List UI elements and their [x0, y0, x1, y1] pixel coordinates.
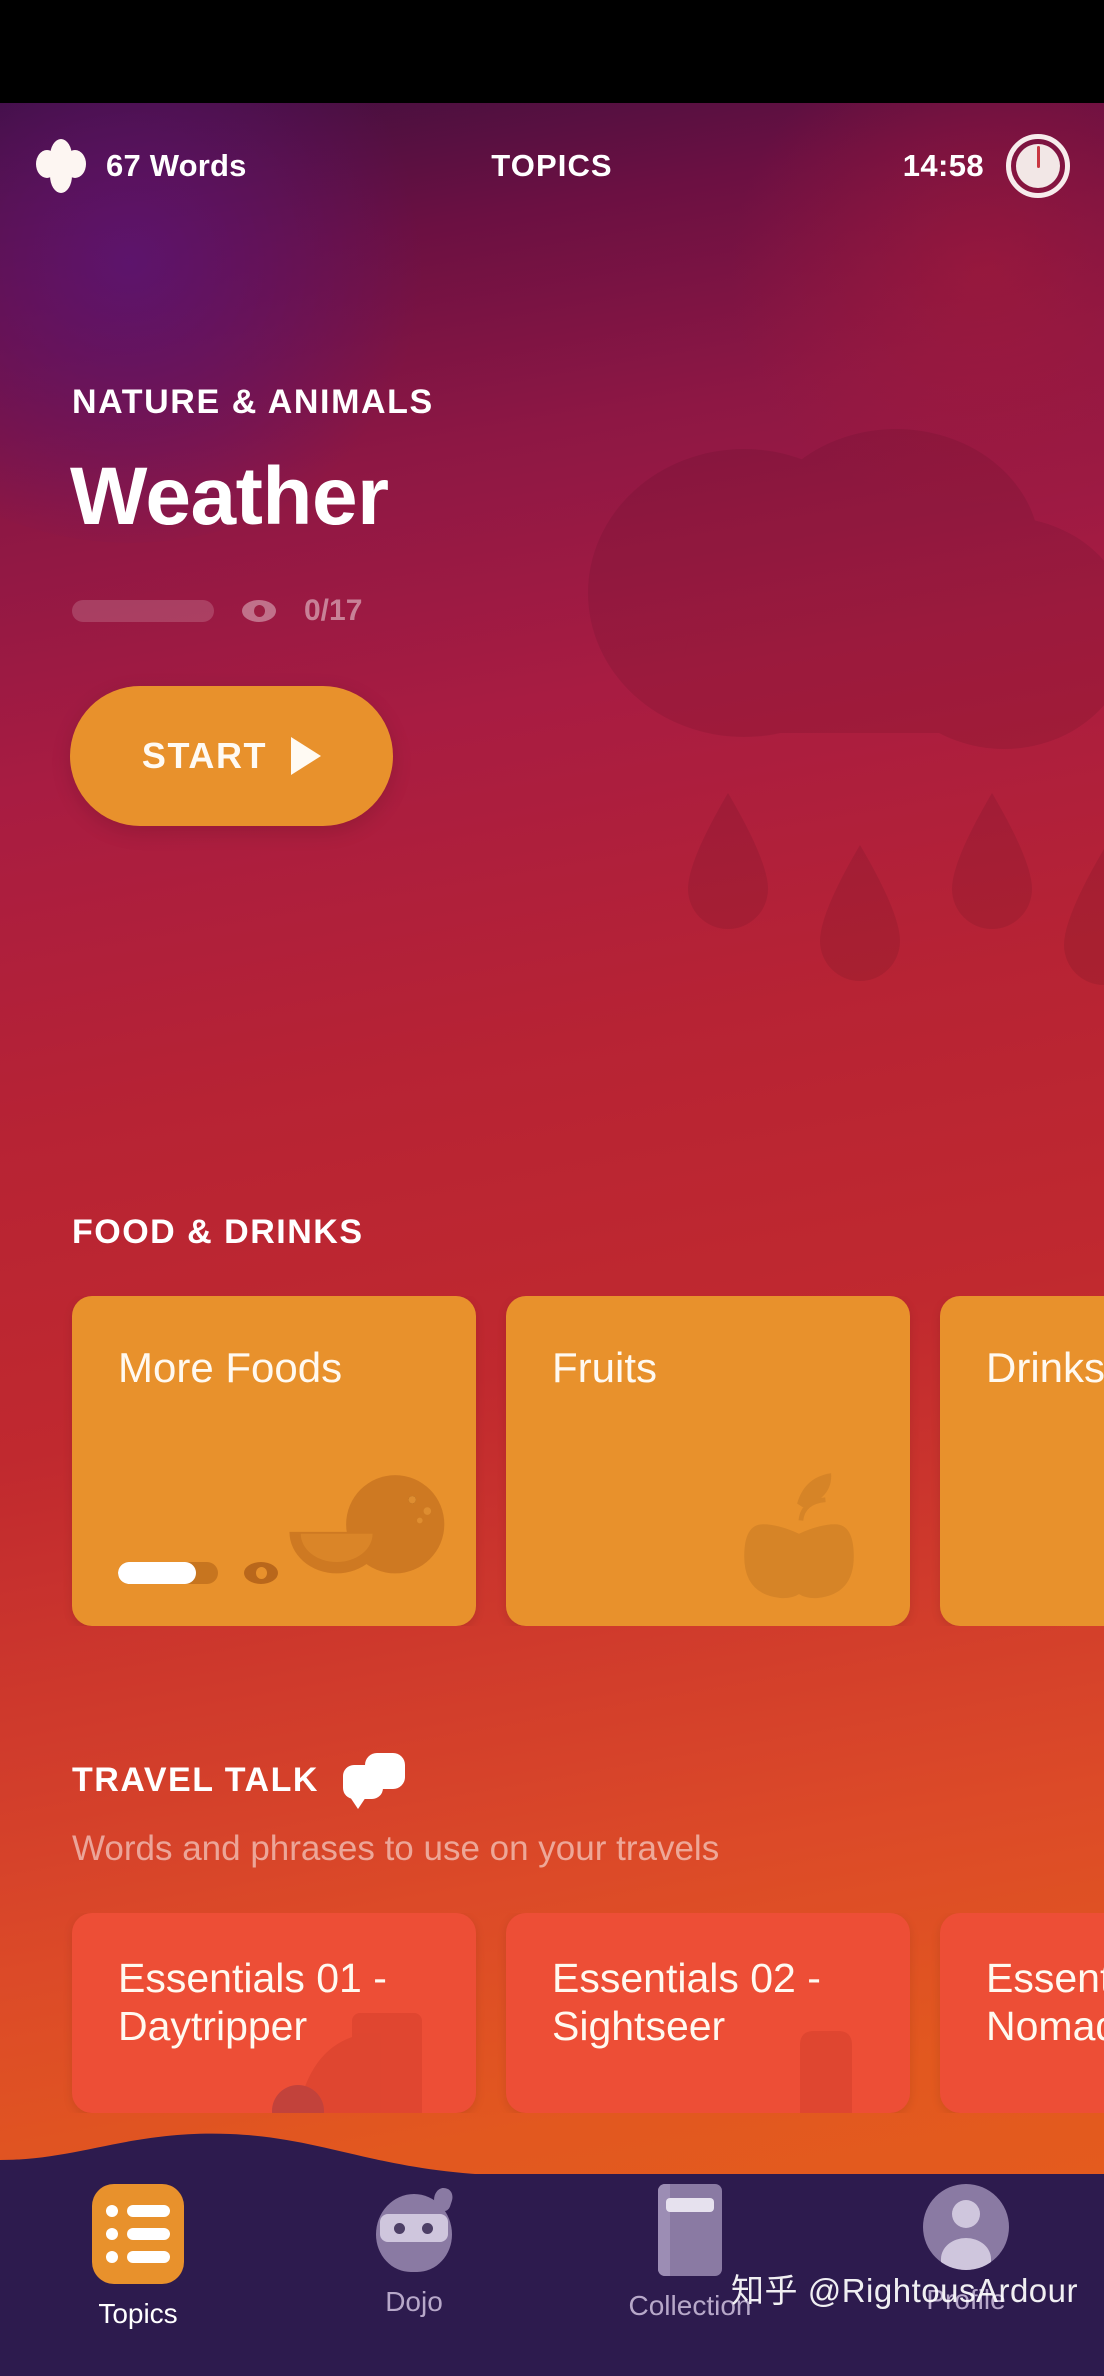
- play-triangle-icon: [291, 737, 322, 775]
- topic-card[interactable]: Fruits: [506, 1296, 910, 1626]
- top-bar-right: 14:58: [903, 134, 1070, 198]
- card-rail-travel[interactable]: Essentials 01 - Daytripper Essentials 02…: [0, 1913, 1104, 2113]
- brand-block[interactable]: 67 Words: [34, 139, 247, 193]
- book-icon: [658, 2184, 722, 2276]
- rain-cloud-icon: [588, 429, 1104, 985]
- section-travel-talk: TRAVEL TALK Words and phrases to use on …: [0, 1753, 1104, 2113]
- nav-item-dojo[interactable]: Dojo: [276, 2184, 552, 2318]
- topic-card[interactable]: Essentials 03 - Nomad: [940, 1913, 1104, 2113]
- hero-title: Weather: [70, 451, 389, 542]
- topic-card-title: Essentials 02 - Sightseer: [552, 1955, 821, 2049]
- topic-card-title: Drinks: [986, 1344, 1104, 1391]
- top-bar: 67 Words TOPICS 14:58: [0, 123, 1104, 209]
- bottom-nav-bar: Topics Dojo Collection Profile: [0, 2174, 1104, 2376]
- apple-icon: [744, 1473, 854, 1599]
- nav-label-topics: Topics: [98, 2298, 178, 2329]
- topic-card-title: More Foods: [118, 1344, 343, 1391]
- nav-item-topics[interactable]: Topics: [0, 2184, 276, 2330]
- topic-card-title: Fruits: [552, 1344, 657, 1391]
- section-heading-label: FOOD & DRINKS: [72, 1213, 364, 1251]
- hero-progress-bar: [72, 600, 214, 622]
- start-button[interactable]: START: [70, 686, 393, 826]
- hero-progress-label: 0/17: [304, 594, 363, 627]
- status-bar-notch: [0, 0, 1104, 103]
- section-subtitle: Words and phrases to use on your travels: [72, 1829, 720, 1868]
- start-button-label: START: [141, 735, 268, 776]
- nav-item-profile[interactable]: Profile: [828, 2184, 1104, 2316]
- coconut-icon: [289, 1475, 445, 1574]
- topic-card[interactable]: Drinks: [940, 1296, 1104, 1626]
- topic-progress-fill: [118, 1562, 196, 1584]
- list-icon: [92, 2184, 184, 2284]
- topic-card-title: Essentials 01 - Daytripper: [118, 1955, 387, 2049]
- topic-card[interactable]: Essentials 02 - Sightseer: [506, 1913, 910, 2113]
- topic-progress-bar: [118, 1562, 218, 1584]
- topic-card[interactable]: More Foods: [72, 1296, 476, 1626]
- nav-label-dojo: Dojo: [385, 2286, 443, 2317]
- app-root: 67 Words TOPICS 14:58 NATURE & ANIMALS W…: [0, 0, 1104, 2376]
- section-heading: FOOD & DRINKS: [0, 1213, 1104, 1252]
- app-screen: 67 Words TOPICS 14:58 NATURE & ANIMALS W…: [0, 103, 1104, 2376]
- eye-icon: [242, 600, 276, 622]
- section-food-drinks: FOOD & DRINKS More Foods Fruits Drinks: [0, 1213, 1104, 1626]
- nav-label-collection: Collection: [628, 2290, 752, 2321]
- ninja-icon: [372, 2184, 456, 2272]
- hero-kicker: NATURE & ANIMALS: [72, 383, 434, 421]
- topic-card-title: Essentials 03 - Nomad: [986, 1955, 1104, 2049]
- nav-label-profile: Profile: [926, 2284, 1006, 2315]
- word-count-label: 67 Words: [106, 148, 247, 183]
- clock-label: 14:58: [902, 148, 984, 183]
- person-icon: [923, 2184, 1009, 2270]
- hero-progress-row: 0/17: [0, 594, 1104, 628]
- nav-item-collection[interactable]: Collection: [552, 2184, 828, 2322]
- topic-card-footer: [118, 1562, 278, 1584]
- section-heading-label: TRAVEL TALK: [72, 1760, 319, 1799]
- speech-bubbles-icon: [342, 1753, 405, 1809]
- clover-logo-icon: [34, 139, 88, 193]
- bottom-navigation: Topics Dojo Collection Profile: [0, 2130, 1104, 2376]
- topic-card[interactable]: Essentials 01 - Daytripper: [72, 1913, 476, 2113]
- eye-icon: [244, 1562, 278, 1584]
- card-rail-food[interactable]: More Foods Fruits Drinks: [0, 1296, 1104, 1626]
- hero-section: NATURE & ANIMALS Weather 0/17 START: [0, 383, 1104, 985]
- timer-ring-icon[interactable]: [1006, 134, 1070, 198]
- section-heading: TRAVEL TALK: [0, 1753, 1104, 1809]
